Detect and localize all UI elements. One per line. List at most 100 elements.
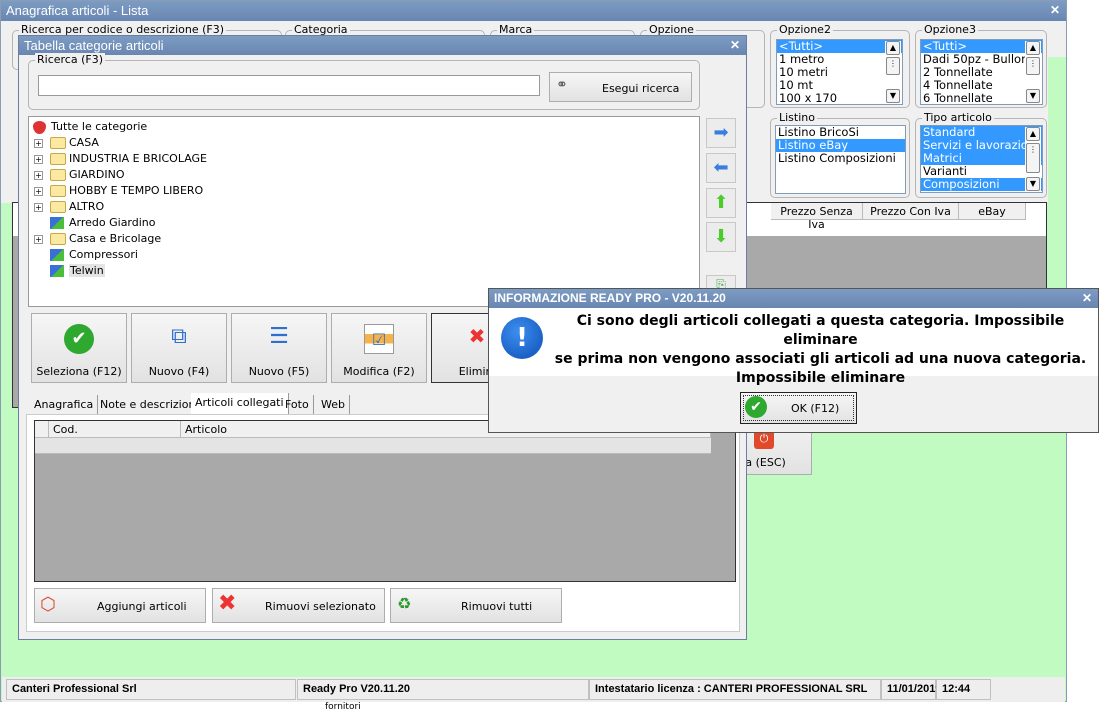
arrow-up-icon: ⬆ (713, 192, 729, 213)
dialog-title-bar: Tabella categorie articoli ✕ (19, 36, 746, 55)
tab-articoli-collegati[interactable]: Articoli collegati (191, 393, 289, 415)
arrow-down-icon: ⬇ (713, 226, 729, 247)
move-right-button[interactable]: ➡ (706, 118, 736, 148)
expand-icon[interactable]: + (34, 203, 43, 212)
tab-anagrafica[interactable]: Anagrafica (30, 395, 99, 414)
message-box: INFORMAZIONE READY PRO - V20.11.20 ✕ ! Ci… (488, 288, 1099, 433)
tree-label: Tutte le categorie (51, 120, 148, 133)
move-up-button[interactable]: ⬆ (706, 188, 736, 218)
tree-item[interactable]: + CASA (29, 135, 699, 151)
tree-label: Telwin (69, 264, 105, 277)
tree-add-icon: ⧉ (171, 324, 187, 349)
scrollbar[interactable]: ▲ ⋮ ▼ (1025, 127, 1041, 191)
tree-item[interactable]: + GIARDINO (29, 167, 699, 183)
cubes-icon (50, 249, 64, 261)
tree-label: GIARDINO (69, 168, 125, 181)
folder-icon (50, 201, 66, 213)
ok-button[interactable]: ✔ OK (F12) (740, 392, 857, 424)
message-line: Impossibile eliminare (735, 370, 906, 386)
opzione3-label: Opzione3 (922, 23, 978, 36)
binoculars-icon: ⚭ (556, 77, 568, 93)
remove-all-button[interactable]: ♻ Rimuovi tutti (390, 588, 562, 623)
main-title-bar: Anagrafica articoli - Lista ✕ (1, 1, 1066, 21)
edit-button[interactable]: ☑ Modifica (F2) (331, 313, 427, 383)
dialog-search-label: Ricerca (F3) (35, 53, 105, 66)
tree-label: Compressori (69, 248, 138, 261)
main-close-icon[interactable]: ✕ (1050, 3, 1060, 17)
tree-item[interactable]: + Casa e Bricolage (29, 231, 699, 247)
expand-icon[interactable]: + (34, 171, 43, 180)
linked-articles-grid[interactable]: Cod. Articolo (34, 420, 736, 582)
message-close-icon[interactable]: ✕ (1082, 291, 1092, 305)
tab-note[interactable]: Note e descrizioni (96, 395, 204, 414)
search-button[interactable]: ⚭ Esegui ricerca (549, 72, 692, 102)
add-articles-button[interactable]: ⬡ Aggiungi articoli (34, 588, 206, 623)
tipo-articolo-label: Tipo articolo (922, 111, 994, 124)
listino-list[interactable]: Listino BricoSi Listino eBay Listino Com… (775, 125, 906, 194)
ok-label: OK (F12) (791, 402, 840, 415)
message-body: ! Ci sono degli articoli collegati a que… (489, 308, 1098, 386)
list-item[interactable]: 100 x 170 (777, 92, 902, 105)
select-label: Seleziona (F12) (36, 365, 122, 378)
list-item[interactable]: Listino Composizioni (776, 152, 905, 165)
message-line: Ci sono degli articoli collegati a quest… (576, 313, 1065, 348)
tree-item[interactable]: Compressori (29, 247, 699, 263)
tree-item[interactable]: + INDUSTRIA E BRICOLAGE (29, 151, 699, 167)
expand-icon[interactable]: + (34, 235, 43, 244)
list-item[interactable]: Composizioni (921, 178, 1042, 191)
tab-web[interactable]: Web (317, 395, 350, 414)
tree-item[interactable]: Telwin (29, 263, 699, 279)
move-down-button[interactable]: ⬇ (706, 222, 736, 252)
tree-item[interactable]: + HOBBY E TEMPO LIBERO (29, 183, 699, 199)
grid-row[interactable] (35, 438, 711, 454)
opzione2-list[interactable]: <Tutti> 1 metro 10 metri 10 mt 100 x 170… (776, 39, 903, 105)
tree-item[interactable]: + ALTRO (29, 199, 699, 215)
remove-selected-button[interactable]: ✖ Rimuovi selezionato (212, 588, 385, 623)
status-time: 12:44 (936, 679, 991, 700)
checkmark-icon: ✔ (64, 324, 94, 354)
move-left-button[interactable]: ⬅ (706, 153, 736, 183)
list-add-icon: ☰ (269, 324, 289, 349)
grid-corner (35, 421, 49, 438)
tab-foto[interactable]: Foto (281, 395, 314, 414)
scrollbar[interactable]: ▲ ⋮ ▼ (1025, 41, 1041, 103)
remove-selected-label: Rimuovi selezionato (265, 600, 376, 613)
col-ebay[interactable]: eBay (959, 203, 1026, 220)
red-x-icon: ✖ (218, 591, 237, 616)
tree-root[interactable]: Tutte le categorie (29, 119, 699, 135)
status-date: 11/01/2019 (881, 679, 941, 700)
col-prezzo-con-iva[interactable]: Prezzo Con Iva (863, 203, 959, 220)
folder-icon (50, 233, 66, 245)
expand-icon[interactable]: + (34, 139, 43, 148)
new-f4-label: Nuovo (F4) (148, 365, 210, 378)
tree-item[interactable]: Arredo Giardino (29, 215, 699, 231)
select-button[interactable]: ✔ Seleziona (F12) (31, 313, 127, 383)
scrollbar[interactable]: ▲ ⋮ ▼ (885, 41, 901, 103)
expand-icon[interactable]: + (34, 187, 43, 196)
main-title: Anagrafica articoli - Lista (6, 3, 149, 18)
new-f4-button[interactable]: ⧉ Nuovo (F4) (131, 313, 227, 383)
tree-label: CASA (69, 136, 99, 149)
tree-label: ALTRO (69, 200, 105, 213)
dialog-search-input[interactable] (38, 75, 540, 96)
dialog-close-icon[interactable]: ✕ (730, 38, 740, 52)
expand-icon[interactable]: + (34, 155, 43, 164)
edit-label: Modifica (F2) (343, 365, 415, 378)
new-f5-button[interactable]: ☰ Nuovo (F5) (231, 313, 327, 383)
opzione2-label: Opzione2 (777, 23, 833, 36)
arrow-right-icon: ➡ (713, 122, 729, 143)
status-version: Ready Pro V20.11.20 (297, 679, 589, 700)
cubes-icon (50, 217, 64, 229)
opzione3-list[interactable]: <Tutti> Dadi 50pz - Bullon 2 Tonnellate … (920, 39, 1043, 105)
add-articles-label: Aggiungi articoli (97, 600, 187, 613)
message-title: INFORMAZIONE READY PRO - V20.11.20 (494, 291, 726, 305)
search-button-label: Esegui ricerca (602, 82, 680, 95)
col-prezzo-senza-iva[interactable]: Prezzo Senza Iva (771, 203, 863, 231)
tipo-articolo-list[interactable]: Standard Servizi e lavorazioni Matrici V… (920, 125, 1043, 193)
col-cod[interactable]: Cod. (49, 421, 181, 438)
tree-label: HOBBY E TEMPO LIBERO (69, 184, 204, 197)
listino-label: Listino (777, 111, 817, 124)
category-tree[interactable]: Tutte le categorie + CASA + INDUSTRIA E BR… (28, 116, 700, 307)
list-item[interactable]: 6 Tonnellate (921, 92, 1042, 105)
remove-all-label: Rimuovi tutti (461, 600, 533, 613)
